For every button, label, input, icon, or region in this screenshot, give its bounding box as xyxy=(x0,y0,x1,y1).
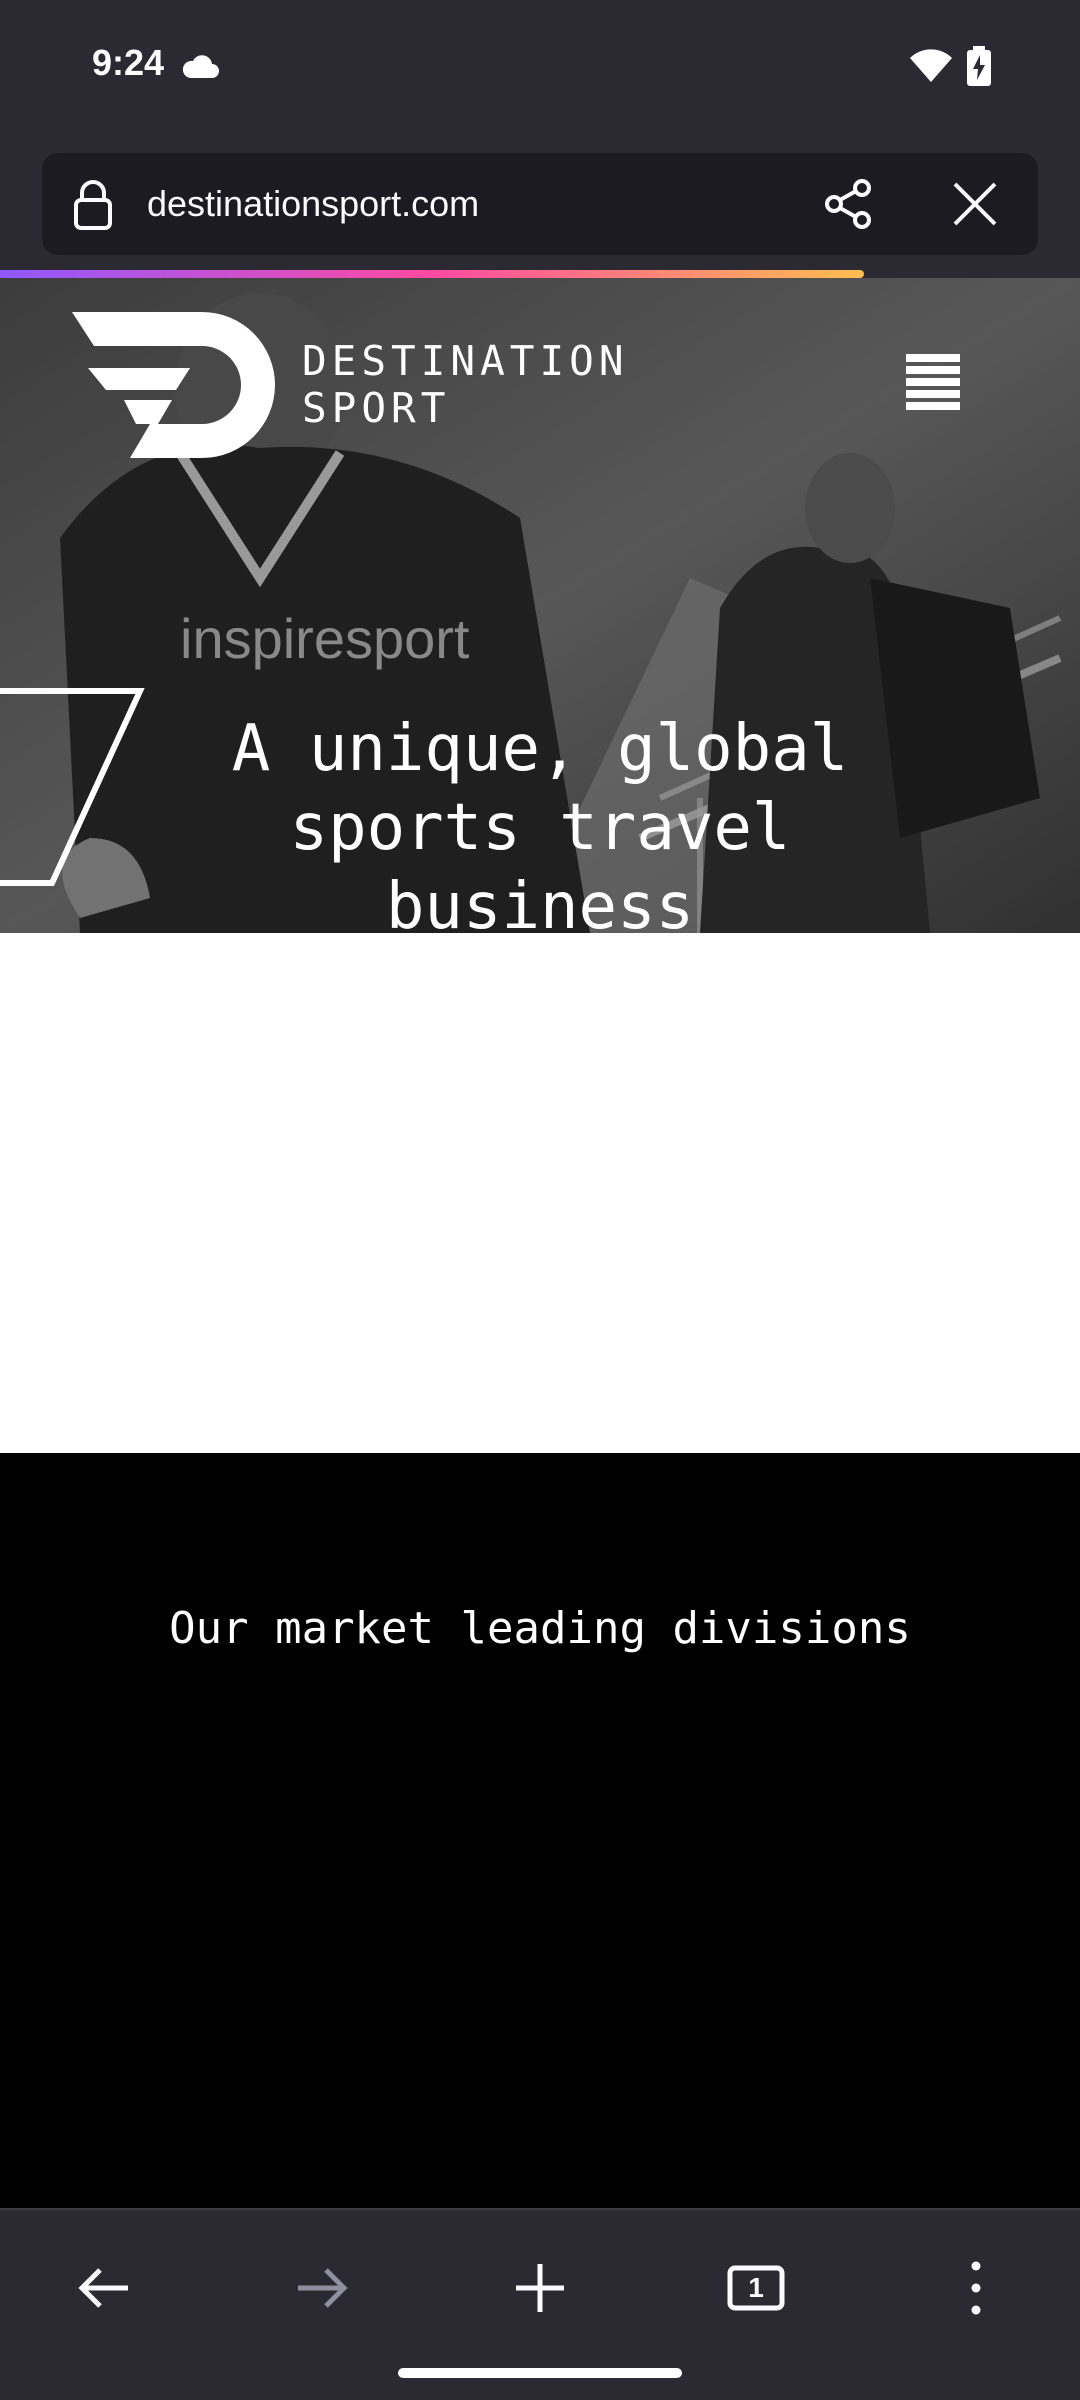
wifi-icon xyxy=(910,49,952,82)
share-icon[interactable] xyxy=(822,177,876,231)
divisions-title: Our market leading divisions xyxy=(169,1603,911,1654)
url-bar[interactable]: destinationsport.com xyxy=(42,153,1038,255)
web-content[interactable]: inspiresport DESTINATION SPORT A unique,… xyxy=(0,278,1080,2208)
lock-icon[interactable] xyxy=(72,180,114,230)
logo-line-2: SPORT xyxy=(302,384,451,432)
home-indicator[interactable] xyxy=(398,2368,682,2378)
hamburger-menu-icon[interactable] xyxy=(906,354,960,410)
logo-wordmark[interactable]: DESTINATION SPORT xyxy=(302,338,629,432)
status-time: 9:24 xyxy=(92,42,165,83)
more-vert-icon[interactable] xyxy=(940,2252,1012,2324)
page-load-progress xyxy=(0,270,1080,278)
battery-charging-icon xyxy=(967,46,991,86)
white-content-section xyxy=(0,933,1080,1453)
bottom-nav-bar: 1 xyxy=(0,2208,1080,2400)
browser-toolbar: destinationsport.com xyxy=(0,135,1080,270)
plus-icon[interactable] xyxy=(504,2252,576,2324)
destination-sport-logo-icon[interactable] xyxy=(72,312,278,458)
tab-count: 1 xyxy=(748,2272,764,2303)
status-bar: 9:24 xyxy=(0,0,1080,135)
back-arrow-icon[interactable] xyxy=(68,2252,140,2324)
logo-line-1: DESTINATION xyxy=(302,337,629,385)
cloud-icon xyxy=(182,55,219,78)
close-icon[interactable] xyxy=(950,179,1000,229)
progress-fill xyxy=(0,270,864,278)
decorative-parallelogram xyxy=(0,688,145,886)
hero-headline: A unique, global sports travel business xyxy=(231,712,849,933)
forward-arrow-icon[interactable] xyxy=(286,2252,358,2324)
hero-section: inspiresport DESTINATION SPORT A unique,… xyxy=(0,278,1080,933)
divisions-section: Our market leading divisions xyxy=(0,1453,1080,2208)
url-text[interactable]: destinationsport.com xyxy=(147,183,479,225)
tabs-button[interactable]: 1 xyxy=(720,2252,792,2324)
